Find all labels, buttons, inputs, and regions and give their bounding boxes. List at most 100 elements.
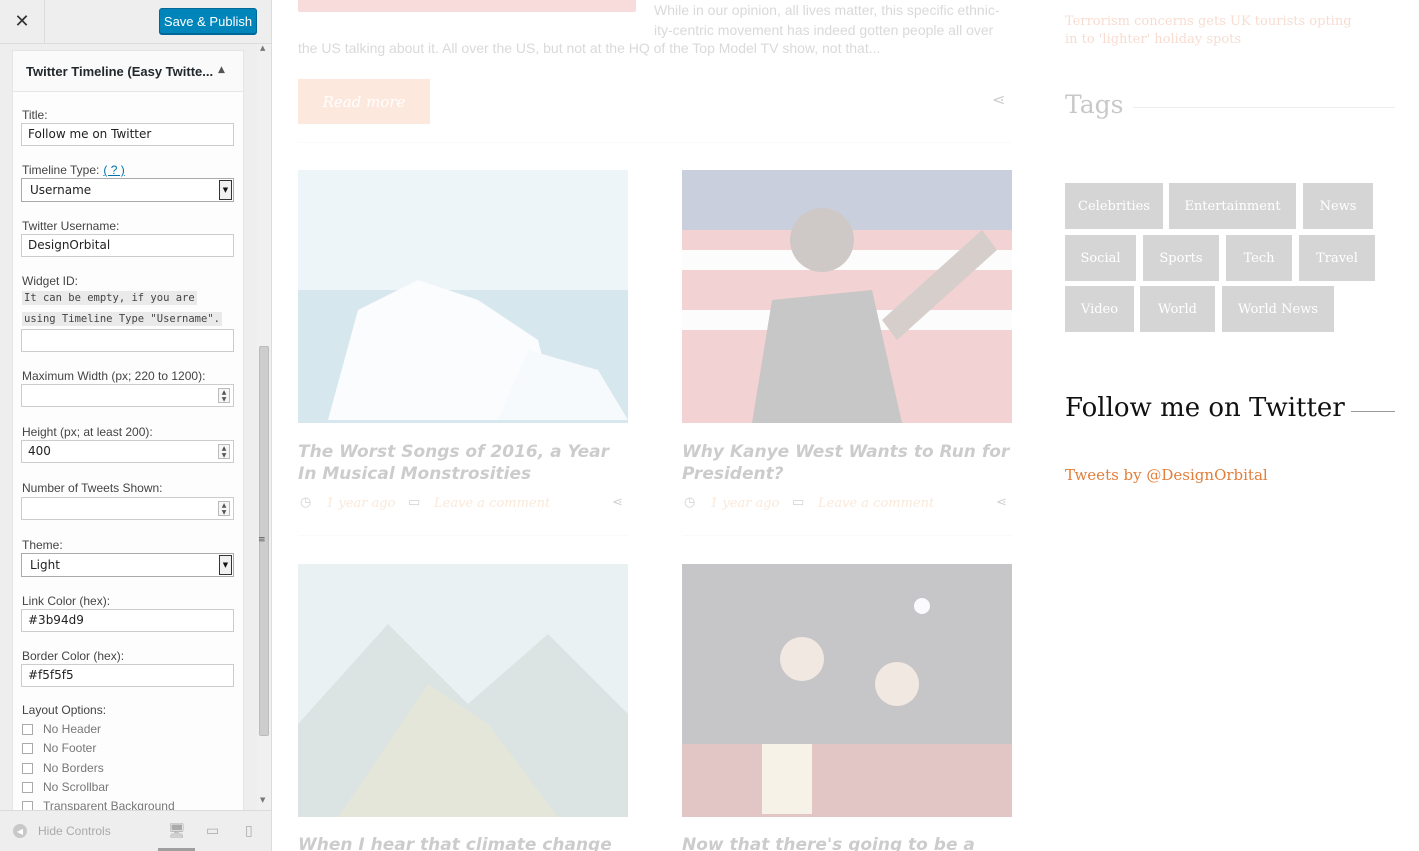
option-label: No Header	[43, 722, 102, 736]
post-time[interactable]: 1 year ago	[710, 496, 779, 511]
excerpt-block: While in our opinion, all lives matter, …	[654, 0, 1012, 40]
politician-photo	[682, 170, 1012, 423]
resize-grip-icon[interactable]: ≡	[258, 535, 266, 545]
checkbox[interactable]	[22, 762, 33, 774]
post-title[interactable]: Now that there's going to be a new	[682, 834, 1012, 851]
customizer-scroll-area[interactable]: Twitter Timeline (Easy Twitte... ▲ Title…	[0, 44, 271, 810]
max-width-input[interactable]: ▲ ▼	[21, 384, 234, 407]
checkbox[interactable]	[22, 742, 33, 754]
tag-news[interactable]: News	[1303, 183, 1373, 229]
heading-rule	[1133, 107, 1395, 108]
spinner-icon[interactable]: ▲ ▼	[218, 501, 230, 516]
read-more-button[interactable]: Read more	[298, 79, 430, 124]
share-icon[interactable]: ⋖	[996, 495, 1007, 510]
tag-tech[interactable]: Tech	[1226, 235, 1292, 281]
border-color-label: Border Color (hex):	[22, 649, 125, 663]
tag-celebrities[interactable]: Celebrities	[1065, 183, 1163, 229]
desktop-icon[interactable]: 🖥	[168, 823, 186, 839]
theme-label: Theme:	[22, 538, 63, 552]
layout-options-label: Layout Options:	[22, 703, 107, 717]
post-thumbnail[interactable]	[298, 0, 636, 12]
spinner-icon[interactable]: ▲ ▼	[218, 444, 230, 459]
timeline-type-value: Username	[30, 183, 92, 197]
scroll-down-icon[interactable]: ▼	[260, 796, 265, 804]
dropdown-arrow-icon[interactable]: ▼	[219, 180, 232, 200]
divider	[682, 535, 1012, 536]
height-input[interactable]: 400 ▲ ▼	[21, 440, 234, 463]
layout-option-no-header[interactable]: No Header	[22, 722, 101, 736]
tag-travel[interactable]: Travel	[1299, 235, 1375, 281]
post-time[interactable]: 1 year ago	[326, 496, 395, 511]
clock-icon: ◷	[300, 495, 312, 510]
post-image-iceberg[interactable]	[298, 170, 628, 423]
layout-option-no-borders[interactable]: No Borders	[22, 761, 104, 775]
heading-rule	[1351, 411, 1395, 412]
collapse-arrow-icon[interactable]: ▲	[218, 65, 225, 75]
save-publish-button[interactable]: Save & Publish	[159, 8, 257, 34]
share-icon[interactable]: ⋖	[612, 495, 623, 510]
post-image-politician[interactable]	[682, 170, 1012, 423]
timeline-type-help-link[interactable]: ( ? )	[103, 163, 124, 177]
post-comment-link[interactable]: Leave a comment	[434, 496, 550, 511]
divider	[298, 142, 1012, 143]
theme-select[interactable]: Light ▼	[21, 553, 234, 577]
widget-id-hint-line-2: using Timeline Type "Username".	[22, 312, 222, 326]
border-color-input[interactable]: #f5f5f5	[21, 664, 234, 687]
dropdown-arrow-icon[interactable]: ▼	[219, 555, 232, 575]
link-color-input[interactable]: #3b94d9	[21, 609, 234, 632]
username-input[interactable]: DesignOrbital	[21, 234, 234, 257]
excerpt-line: ity-centric movement has indeed gotten p…	[654, 22, 994, 38]
timeline-type-label: Timeline Type:( ? )	[22, 163, 125, 177]
tag-entertainment[interactable]: Entertainment	[1169, 183, 1296, 229]
widget-header[interactable]: Twitter Timeline (Easy Twitte... ▲	[13, 50, 243, 92]
tag-world-news[interactable]: World News	[1222, 286, 1334, 332]
tweets-by-link[interactable]: Tweets by @DesignOrbital	[1065, 466, 1268, 484]
post-image-cinema[interactable]	[682, 564, 1012, 817]
option-label: Transparent Background	[43, 799, 175, 810]
widget-id-input[interactable]	[21, 329, 234, 352]
iceberg-photo	[298, 170, 628, 423]
hide-controls-button[interactable]: Hide Controls	[38, 824, 111, 838]
layout-option-no-footer[interactable]: No Footer	[22, 741, 96, 755]
mobile-icon[interactable]: ▯	[245, 823, 253, 839]
timeline-type-select[interactable]: Username ▼	[21, 178, 234, 202]
tag-social[interactable]: Social	[1065, 235, 1136, 281]
share-icon[interactable]: ⋖	[992, 90, 1005, 109]
tablet-icon[interactable]: ▭	[206, 823, 219, 839]
tag-world[interactable]: World	[1140, 286, 1215, 332]
post-image-mountain[interactable]	[298, 564, 628, 817]
widget-title: Twitter Timeline (Easy Twitte...	[26, 64, 214, 79]
post-title[interactable]: The Worst Songs of 2016, a Year In Music…	[298, 441, 628, 485]
username-label: Twitter Username:	[22, 219, 120, 233]
customizer-sidebar: ✕ Save & Publish Twitter Timeline (Easy …	[0, 0, 272, 851]
checkbox[interactable]	[22, 800, 33, 810]
trending-post-link[interactable]: Terrorism concerns gets UK tourists opti…	[1065, 13, 1365, 49]
tag-sports[interactable]: Sports	[1143, 235, 1219, 281]
post-title[interactable]: Why Kanye West Wants to Run for Presiden…	[682, 441, 1012, 485]
twitter-widget-title: Follow me on Twitter	[1065, 393, 1345, 423]
option-label: No Footer	[43, 741, 97, 755]
post-title[interactable]: When I hear that climate change is a	[298, 834, 628, 851]
post-meta: ◷ 1 year ago ▭ Leave a comment ⋖	[298, 495, 628, 515]
divider	[298, 535, 628, 536]
comment-icon: ▭	[408, 495, 421, 510]
title-input[interactable]: Follow me on Twitter	[21, 123, 234, 146]
height-value: 400	[28, 444, 51, 458]
spinner-icon[interactable]: ▲ ▼	[218, 388, 230, 403]
layout-option-transparent[interactable]: Transparent Background	[22, 799, 175, 810]
close-icon[interactable]: ✕	[0, 0, 45, 43]
height-label: Height (px; at least 200):	[22, 425, 153, 439]
layout-option-no-scrollbar[interactable]: No Scrollbar	[22, 780, 109, 794]
sidebar-scrollbar[interactable]: ▲ ▼	[257, 44, 271, 810]
tags-heading: Tags	[1065, 90, 1124, 119]
scroll-up-icon[interactable]: ▲	[260, 44, 265, 52]
checkbox[interactable]	[22, 781, 33, 793]
theme-value: Light	[30, 558, 60, 572]
option-label: No Scrollbar	[43, 780, 110, 794]
collapse-icon[interactable]: ◀	[13, 824, 27, 838]
post-comment-link[interactable]: Leave a comment	[818, 496, 934, 511]
widget-id-hint: It can be empty, if you are using Timeli…	[22, 288, 232, 330]
tweets-count-input[interactable]: ▲ ▼	[21, 497, 234, 520]
tag-video[interactable]: Video	[1065, 286, 1134, 332]
checkbox[interactable]	[22, 723, 33, 735]
